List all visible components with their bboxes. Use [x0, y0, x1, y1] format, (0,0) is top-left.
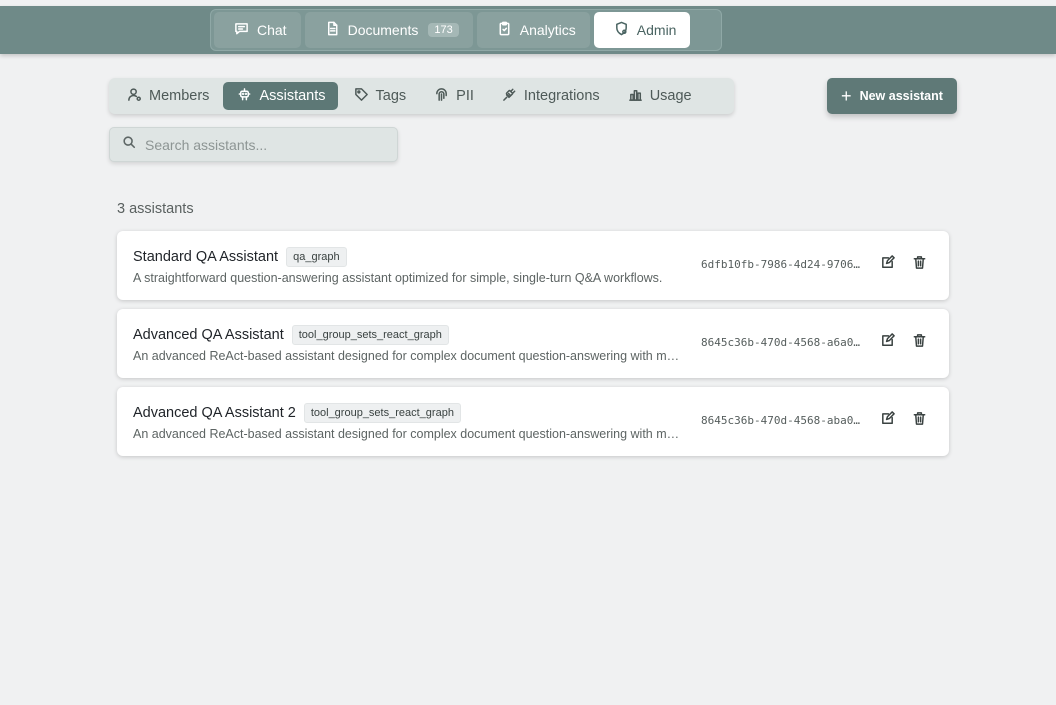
delete-button[interactable] [910, 412, 928, 430]
nav-admin-label: Admin [636, 22, 677, 38]
assistant-name: Standard QA Assistant [133, 249, 279, 265]
tab-usage-label: Usage [649, 88, 692, 104]
new-assistant-label: New assistant [859, 89, 943, 103]
edit-icon [880, 255, 895, 275]
assistant-id: 8645c36b-470d-4568-a6a0… [701, 336, 860, 349]
tab-integrations-label: Integrations [523, 88, 600, 104]
document-icon [325, 21, 340, 39]
bar-chart-icon [628, 87, 643, 106]
documents-count-badge: 173 [428, 23, 459, 37]
tab-integrations[interactable]: Integrations [488, 82, 612, 110]
tab-members-label: Members [149, 88, 210, 104]
nav-analytics[interactable]: Analytics [476, 12, 590, 48]
assistant-card[interactable]: Standard QA Assistant qa_graph A straigh… [117, 231, 949, 300]
nav-documents-label: Documents [347, 22, 419, 38]
search-icon [122, 135, 136, 154]
trash-icon [912, 411, 927, 431]
nav-admin[interactable]: Admin [593, 12, 691, 48]
search-input[interactable] [145, 136, 385, 153]
nav-analytics-label: Analytics [519, 22, 576, 38]
robot-icon [237, 87, 252, 106]
graph-badge: tool_group_sets_react_graph [291, 325, 449, 345]
nav-chat[interactable]: Chat [214, 12, 301, 48]
assistant-name: Advanced QA Assistant 2 [133, 405, 296, 421]
tab-members[interactable]: Members [113, 82, 221, 110]
assistant-card[interactable]: Advanced QA Assistant 2 tool_group_sets_… [117, 387, 949, 456]
main-nav: Chat Documents 173 Analytics Admin [210, 9, 722, 51]
graph-badge: tool_group_sets_react_graph [303, 403, 461, 423]
assistant-card[interactable]: Advanced QA Assistant tool_group_sets_re… [117, 309, 949, 378]
top-bar: Chat Documents 173 Analytics Admin [0, 6, 1056, 54]
trash-icon [912, 333, 927, 353]
assistant-description: An advanced ReAct-based assistant design… [133, 349, 685, 363]
nav-documents[interactable]: Documents 173 [304, 12, 473, 48]
assistant-id: 6dfb10fb-7986-4d24-9706… [701, 258, 860, 271]
chat-icon [234, 21, 249, 39]
clipboard-icon [497, 21, 512, 39]
assistant-name: Advanced QA Assistant [133, 327, 284, 343]
tab-tags-label: Tags [375, 88, 407, 104]
edit-button[interactable] [878, 333, 896, 353]
assistant-id: 8645c36b-470d-4568-aba0… [701, 414, 860, 427]
plug-icon [502, 87, 517, 106]
delete-button[interactable] [910, 256, 928, 274]
search-box [109, 127, 398, 162]
tab-pii-label: PII [456, 88, 474, 104]
delete-button[interactable] [910, 334, 928, 352]
edit-button[interactable] [878, 255, 896, 275]
tab-assistants-label: Assistants [259, 88, 326, 104]
assistant-count: 3 assistants [117, 201, 194, 217]
tab-tags[interactable]: Tags [340, 82, 419, 110]
assistant-list: Standard QA Assistant qa_graph A straigh… [117, 231, 949, 465]
admin-tabs: Members Assistants Tags PII Integrations… [109, 78, 734, 114]
plus-icon: + [841, 86, 852, 106]
tag-icon [354, 87, 369, 106]
tab-assistants[interactable]: Assistants [223, 82, 338, 110]
edit-button[interactable] [878, 411, 896, 431]
user-icon [127, 87, 142, 106]
new-assistant-button[interactable]: + New assistant [827, 78, 957, 114]
assistant-description: An advanced ReAct-based assistant design… [133, 427, 685, 441]
graph-badge: qa_graph [286, 247, 347, 267]
edit-icon [880, 333, 895, 353]
shield-gear-icon [614, 21, 629, 39]
trash-icon [912, 255, 927, 275]
tab-usage[interactable]: Usage [614, 82, 704, 110]
nav-chat-label: Chat [257, 22, 287, 38]
edit-icon [880, 411, 895, 431]
fingerprint-icon [434, 87, 449, 106]
tab-pii[interactable]: PII [420, 82, 486, 110]
assistant-description: A straightforward question-answering ass… [133, 271, 663, 285]
